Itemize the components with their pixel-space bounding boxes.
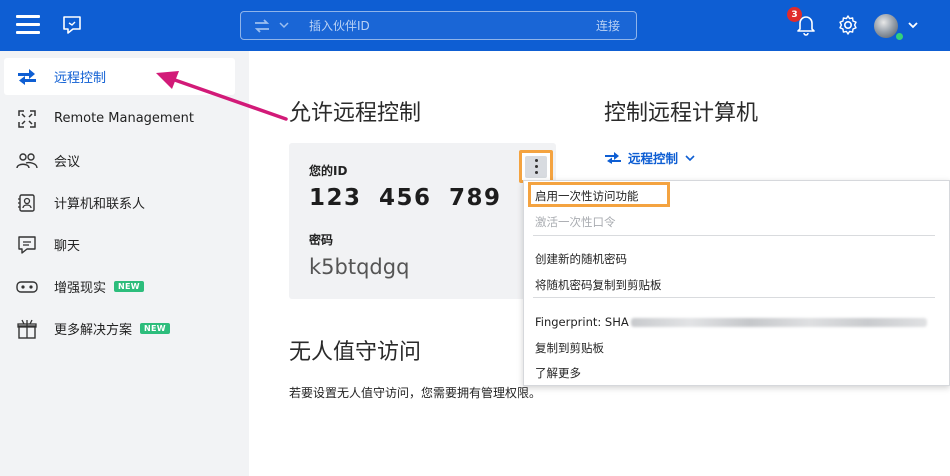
- menu-copy-to-clipboard[interactable]: 复制到剪贴板: [535, 340, 604, 356]
- menu-divider: [533, 235, 935, 236]
- swap-arrows-icon: [16, 66, 38, 88]
- sidebar-item-remote-management[interactable]: Remote Management: [4, 100, 235, 137]
- fingerprint-hash-blurred: [630, 318, 927, 327]
- top-bar: 连接 3: [0, 0, 950, 51]
- swap-arrows-icon[interactable]: [253, 18, 271, 34]
- hamburger-icon[interactable]: [16, 14, 42, 36]
- sidebar-item-label: 更多解决方案: [54, 323, 133, 338]
- online-status-dot: [895, 32, 904, 41]
- sidebar-item-label: 会议: [54, 155, 81, 170]
- sidebar-item-label: Remote Management: [54, 111, 194, 126]
- sidebar-item-more-solutions[interactable]: 更多解决方案 NEW: [4, 310, 235, 347]
- sidebar-item-label: 远程控制: [54, 71, 107, 86]
- unattended-access-description: 若要设置无人值守访问，您需要拥有管理权限。: [289, 386, 542, 400]
- new-badge: NEW: [140, 323, 170, 334]
- people-icon: [16, 150, 38, 172]
- sidebar-item-augmented-reality[interactable]: 增强现实 NEW: [4, 268, 235, 305]
- password-label: 密码: [309, 233, 334, 247]
- chevron-down-icon[interactable]: [906, 18, 920, 32]
- sidebar-item-remote-control[interactable]: 远程控制: [4, 58, 235, 95]
- sidebar-item-meeting[interactable]: 会议: [4, 142, 235, 179]
- notification-badge: 3: [787, 7, 802, 22]
- highlight-box: [528, 182, 670, 207]
- gift-icon: [16, 318, 38, 340]
- menu-activate-one-time-password: 激活一次性口令: [535, 215, 616, 229]
- menu-divider: [533, 297, 935, 298]
- ar-glasses-icon: [16, 276, 38, 298]
- partner-id-input[interactable]: [309, 12, 569, 39]
- sidebar-item-label: 聊天: [54, 239, 81, 254]
- more-options-menu: 启用一次性访问功能 激活一次性口令 创建新的随机密码 将随机密码复制到剪贴板 F…: [523, 180, 950, 386]
- menu-learn-more[interactable]: 了解更多: [535, 365, 581, 381]
- id-card: 您的ID 123 456 789 密码 k5btqdgq: [289, 143, 556, 299]
- sidebar-item-computers-contacts[interactable]: 计算机和联系人: [4, 184, 235, 221]
- your-id-value[interactable]: 123 456 789: [309, 185, 502, 211]
- more-options-button[interactable]: [519, 150, 553, 183]
- menu-copy-random-password[interactable]: 将随机密码复制到剪贴板: [535, 277, 662, 293]
- partner-id-search[interactable]: 连接: [240, 11, 637, 40]
- connect-button[interactable]: 连接: [596, 17, 620, 34]
- gear-icon[interactable]: [836, 13, 860, 37]
- chevron-down-icon: [684, 152, 696, 164]
- chat-icon: [16, 234, 38, 256]
- menu-create-random-password[interactable]: 创建新的随机密码: [535, 251, 627, 267]
- chat-icon[interactable]: [60, 13, 84, 37]
- unattended-access-title: 无人值守访问: [289, 340, 422, 365]
- menu-fingerprint: Fingerprint: SHA: [535, 315, 927, 329]
- sidebar-item-label: 计算机和联系人: [54, 197, 146, 212]
- sidebar-item-chat[interactable]: 聊天: [4, 226, 235, 263]
- swap-arrows-icon: [604, 151, 622, 165]
- control-mode-dropdown[interactable]: 远程控制: [604, 148, 696, 167]
- fingerprint-label: Fingerprint: SHA: [535, 315, 629, 329]
- password-value[interactable]: k5btqdgq: [309, 255, 409, 279]
- your-id-label: 您的ID: [309, 164, 348, 178]
- expand-icon: [16, 108, 38, 130]
- control-mode-label: 远程控制: [628, 151, 679, 166]
- control-remote-computer-title: 控制远程计算机: [604, 101, 759, 126]
- chevron-down-icon[interactable]: [278, 16, 290, 37]
- kebab-icon: [525, 155, 547, 178]
- sidebar: 远程控制 Remote Management 会议 计算机和联系人 聊天 增强现…: [0, 51, 249, 476]
- allow-remote-control-title: 允许远程控制: [289, 101, 422, 126]
- new-badge: NEW: [114, 281, 144, 292]
- contact-card-icon: [16, 192, 38, 214]
- sidebar-item-label: 增强现实: [54, 281, 107, 296]
